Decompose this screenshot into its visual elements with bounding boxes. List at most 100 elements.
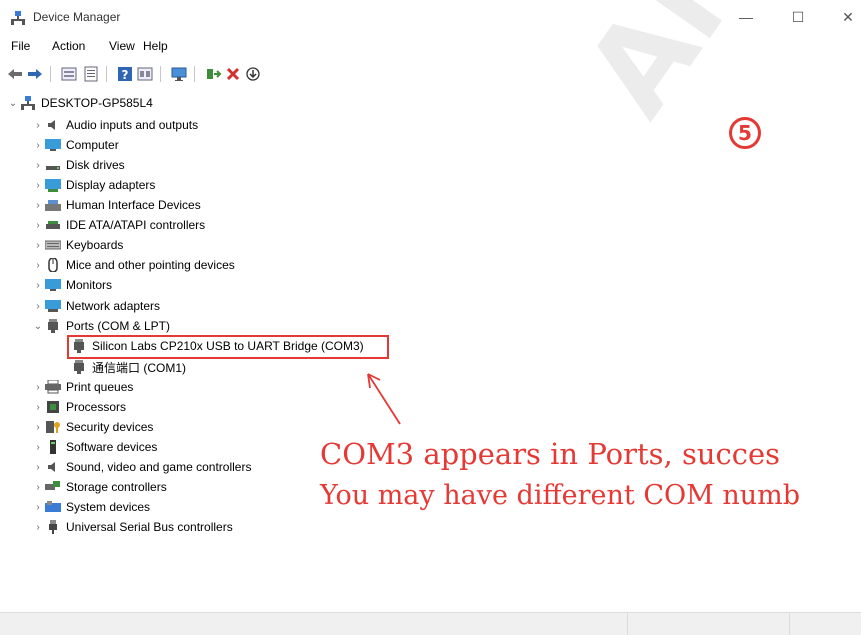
- tree-item-label: Universal Serial Bus controllers: [66, 520, 233, 534]
- security-icon: [46, 421, 60, 433]
- arrow-icon: [367, 373, 401, 425]
- chevron-right-icon[interactable]: ›: [31, 482, 45, 493]
- chevron-right-icon[interactable]: ›: [31, 462, 45, 473]
- hid-icon: [45, 200, 61, 211]
- minimize-button[interactable]: —: [723, 4, 769, 30]
- chevron-down-icon[interactable]: ⌄: [6, 98, 20, 109]
- chevron-right-icon[interactable]: ›: [31, 220, 45, 231]
- tree-item-ide[interactable]: › IDE ATA/ATAPI controllers: [31, 215, 205, 235]
- display-adapter-icon: [45, 179, 61, 192]
- tree-item-security[interactable]: › Security devices: [31, 417, 153, 437]
- chevron-right-icon[interactable]: ›: [31, 422, 45, 433]
- tree-item-label: Network adapters: [66, 299, 161, 313]
- chevron-right-icon[interactable]: ›: [31, 402, 45, 413]
- monitor-icon: [45, 279, 61, 291]
- menu-help[interactable]: Help: [143, 39, 168, 53]
- tree-item-storage[interactable]: › Storage controllers: [31, 477, 166, 497]
- printer-icon: [45, 380, 61, 394]
- storage-controller-icon: [45, 481, 60, 490]
- annotation-line-1: COM3 appears in Ports, succes: [320, 437, 781, 471]
- menu-bar: File Action View Help: [0, 37, 861, 57]
- chevron-right-icon[interactable]: ›: [31, 240, 45, 251]
- chevron-right-icon[interactable]: ›: [31, 260, 45, 271]
- chevron-right-icon[interactable]: ›: [31, 442, 45, 453]
- tree-item-disk[interactable]: › Disk drives: [31, 155, 125, 175]
- tree-item-label: Ports (COM & LPT): [66, 319, 171, 333]
- port-icon: [48, 319, 58, 333]
- menu-file[interactable]: File: [11, 39, 30, 53]
- chevron-right-icon[interactable]: ›: [31, 120, 45, 131]
- processor-icon: [47, 401, 59, 413]
- window-title: Device Manager: [33, 10, 121, 24]
- disk-icon: [46, 166, 60, 170]
- chevron-right-icon[interactable]: ›: [31, 301, 45, 312]
- tree-item-label: Print queues: [66, 380, 134, 394]
- menu-action[interactable]: Action: [52, 39, 85, 53]
- title-bar: Device Manager — ☐ ✕: [0, 0, 861, 34]
- tree-root[interactable]: ⌄ DESKTOP-GP585L4: [6, 93, 153, 113]
- tree-item-label: Audio inputs and outputs: [66, 118, 199, 132]
- help-icon[interactable]: ?: [116, 65, 134, 83]
- forward-icon[interactable]: [26, 65, 44, 83]
- tree-item-label: Human Interface Devices: [66, 198, 201, 212]
- tree-item-audio[interactable]: › Audio inputs and outputs: [31, 115, 198, 135]
- tree-item-system[interactable]: › System devices: [31, 497, 150, 517]
- tree-item-processors[interactable]: › Processors: [31, 397, 126, 417]
- chevron-right-icon[interactable]: ›: [31, 522, 45, 533]
- close-button[interactable]: ✕: [825, 4, 861, 30]
- tree-item-label: Mice and other pointing devices: [66, 258, 235, 272]
- toolbar: ?: [0, 62, 861, 86]
- chevron-right-icon[interactable]: ›: [31, 382, 45, 393]
- tree-item-software[interactable]: › Software devices: [31, 437, 157, 457]
- tree-item-label: Disk drives: [66, 158, 125, 172]
- details-icon[interactable]: [136, 65, 154, 83]
- back-icon[interactable]: [6, 65, 24, 83]
- tree-item-com1[interactable]: 通信端口 (COM1): [71, 357, 186, 377]
- chevron-right-icon[interactable]: ›: [31, 160, 45, 171]
- tree-item-label: Computer: [66, 138, 119, 152]
- tree-item-usb[interactable]: › Universal Serial Bus controllers: [31, 517, 233, 537]
- speaker-icon: [48, 462, 55, 472]
- ide-controller-icon: [46, 221, 60, 229]
- tree-item-label: Software devices: [66, 440, 158, 454]
- step-number-badge: 5: [729, 117, 761, 149]
- update-driver-icon[interactable]: [204, 65, 222, 83]
- tree-item-monitors[interactable]: › Monitors: [31, 275, 112, 295]
- system-device-icon: [45, 501, 61, 512]
- tree-item-ports[interactable]: ⌄ Ports (COM & LPT): [31, 316, 170, 336]
- menu-view[interactable]: View: [109, 39, 135, 53]
- tree-item-hid[interactable]: › Human Interface Devices: [31, 195, 201, 215]
- tree-item-sound[interactable]: › Sound, video and game controllers: [31, 457, 251, 477]
- port-icon: [74, 360, 84, 374]
- view-icon[interactable]: [82, 65, 100, 83]
- status-bar: [0, 612, 861, 635]
- tree-item-network[interactable]: › Network adapters: [31, 296, 160, 316]
- root-label: DESKTOP-GP585L4: [41, 96, 153, 110]
- software-device-icon: [50, 440, 56, 454]
- com3-highlight-box: [67, 335, 389, 359]
- tree-item-label: System devices: [66, 500, 151, 514]
- tree-item-display[interactable]: › Display adapters: [31, 175, 155, 195]
- chevron-right-icon[interactable]: ›: [31, 180, 45, 191]
- uninstall-icon[interactable]: [224, 65, 242, 83]
- computer-root-icon: [21, 96, 35, 110]
- tree-item-mice[interactable]: › Mice and other pointing devices: [31, 255, 235, 275]
- tree-item-computer[interactable]: › Computer: [31, 135, 119, 155]
- chevron-right-icon[interactable]: ›: [31, 140, 45, 151]
- tree-item-print[interactable]: › Print queues: [31, 377, 133, 397]
- chevron-down-icon[interactable]: ⌄: [31, 321, 45, 332]
- network-adapter-icon: [45, 300, 61, 312]
- chevron-right-icon[interactable]: ›: [31, 502, 45, 513]
- speaker-icon: [48, 120, 55, 130]
- enable-device-icon[interactable]: [244, 65, 262, 83]
- maximize-button[interactable]: ☐: [775, 4, 821, 30]
- properties-icon[interactable]: [60, 65, 78, 83]
- chevron-right-icon[interactable]: ›: [31, 280, 45, 291]
- chevron-right-icon[interactable]: ›: [31, 200, 45, 211]
- device-manager-icon: [11, 11, 25, 25]
- tree-item-label: Security devices: [66, 420, 154, 434]
- tree-item-keyboards[interactable]: › Keyboards: [31, 235, 123, 255]
- computer-icon: [45, 139, 61, 151]
- scan-hardware-icon[interactable]: [170, 65, 188, 83]
- tree-item-label: Keyboards: [66, 238, 124, 252]
